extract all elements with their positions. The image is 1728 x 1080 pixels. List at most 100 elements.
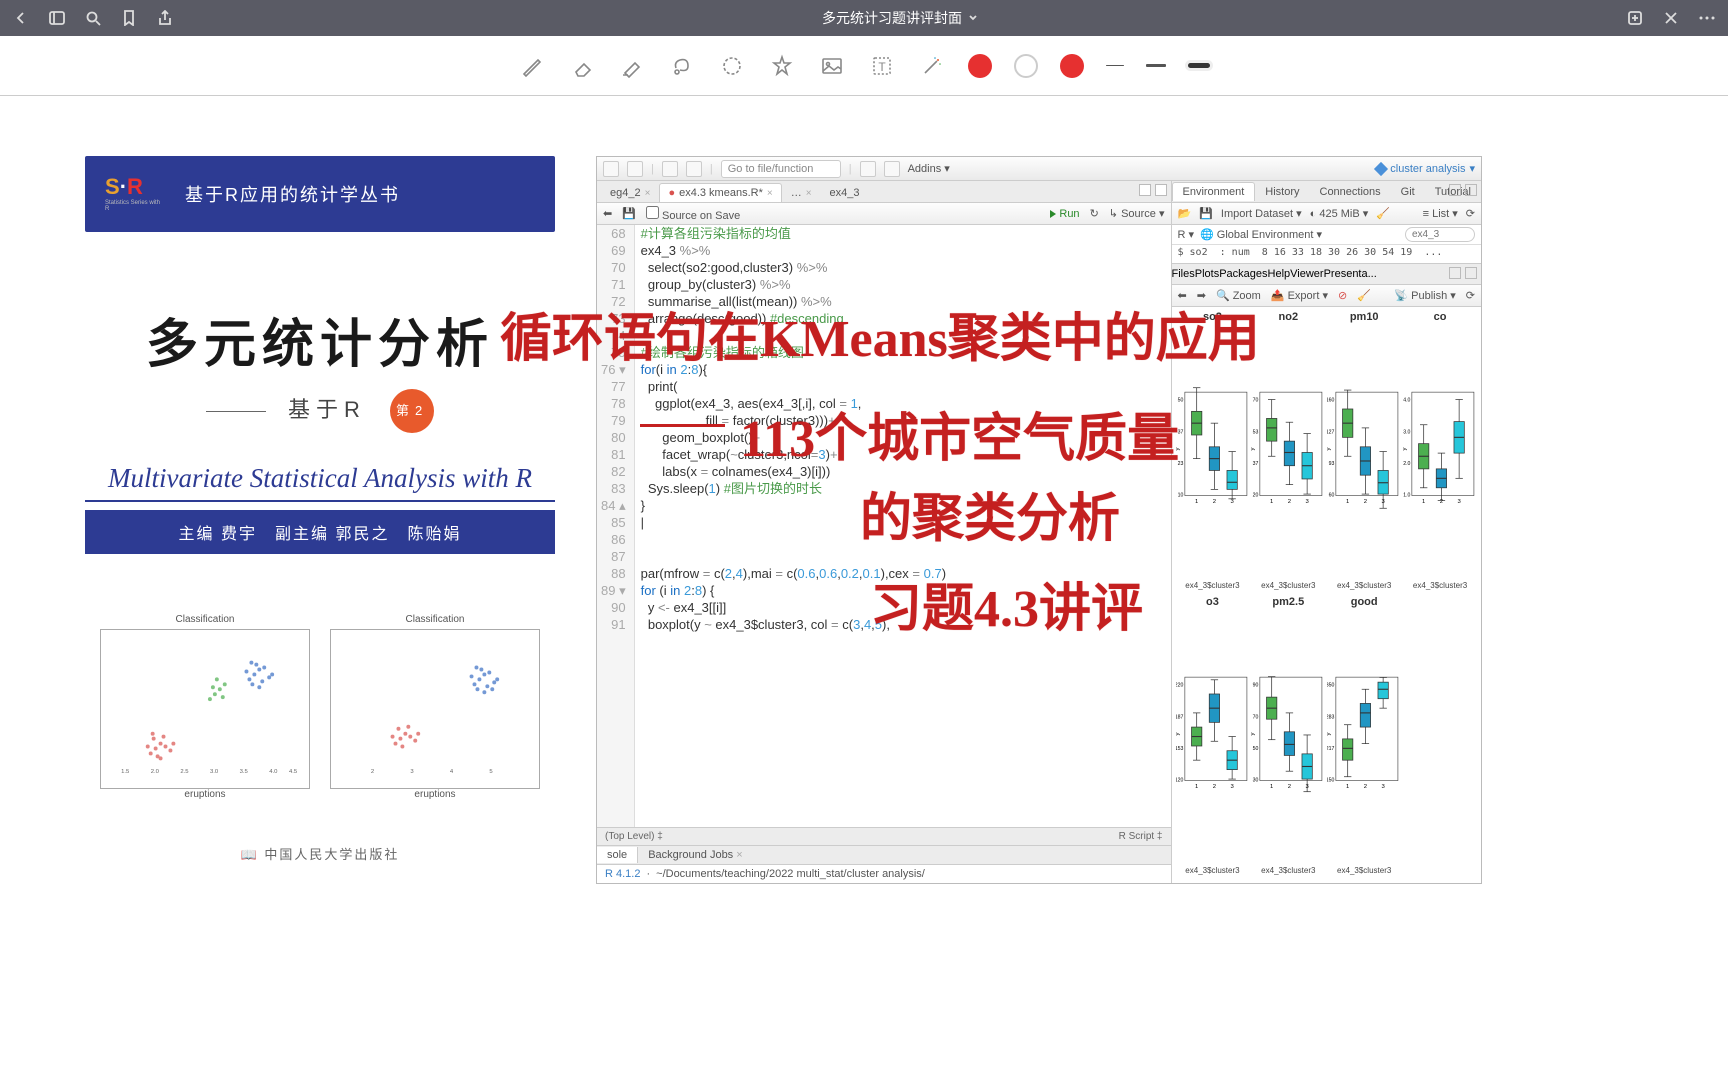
refresh-env-icon[interactable]: ⟳ <box>1466 207 1475 220</box>
env-search-input[interactable] <box>1405 227 1475 242</box>
publish-menu[interactable]: 📡 Publish ▾ <box>1394 289 1455 302</box>
run-button[interactable]: Run <box>1050 208 1079 220</box>
tab-connections[interactable]: Connections <box>1310 183 1391 201</box>
export-menu[interactable]: 📤 Export ▾ <box>1271 289 1328 302</box>
svg-text:3: 3 <box>1382 784 1386 790</box>
search-icon[interactable] <box>84 9 102 27</box>
list-view-menu[interactable]: ≡ List ▾ <box>1423 207 1458 220</box>
tab-ex4-3-data[interactable]: ex4_3 <box>821 183 869 202</box>
r-version: R 4.1.2 <box>605 868 640 880</box>
color-red-2[interactable] <box>1060 54 1084 78</box>
sample-plot-title: Classification <box>330 614 540 625</box>
tab-git[interactable]: Git <box>1391 183 1425 201</box>
tab-ex4-3-kmeans[interactable]: ●ex4.3 kmeans.R*× <box>659 183 781 202</box>
clear-env-icon[interactable]: 🧹 <box>1376 207 1390 220</box>
svg-text:3.5: 3.5 <box>240 769 249 775</box>
text-tool[interactable]: T <box>868 52 896 80</box>
env-data-preview[interactable]: $ so2 : num 8 16 33 18 30 26 30 54 19 ..… <box>1172 245 1482 263</box>
book-banner: S·R Statistics Series with R 基于R应用的统计学丛书 <box>85 156 555 232</box>
project-menu[interactable]: cluster analysis ▾ <box>1376 162 1475 175</box>
background-jobs-tab[interactable]: Background Jobs × <box>638 847 753 863</box>
source-on-save-check[interactable]: Source on Save <box>646 206 740 222</box>
refresh-plot-icon[interactable]: ⟳ <box>1466 289 1475 302</box>
svg-text:3: 3 <box>1382 499 1386 505</box>
tab-packages[interactable]: Packages <box>1219 268 1267 280</box>
tab-files[interactable]: Files <box>1172 268 1195 280</box>
share-icon[interactable] <box>156 9 174 27</box>
source-button[interactable]: ↳ Source ▾ <box>1109 207 1165 220</box>
shape-tool[interactable] <box>768 52 796 80</box>
tab-help[interactable]: Help <box>1268 268 1291 280</box>
image-tool[interactable] <box>818 52 846 80</box>
open-file-button[interactable] <box>627 161 643 177</box>
grid-button[interactable] <box>884 161 900 177</box>
save-all-button[interactable] <box>686 161 702 177</box>
svg-text:10: 10 <box>1177 492 1183 498</box>
scope-r-menu[interactable]: R ▾ <box>1178 228 1195 241</box>
bookmark-icon[interactable] <box>120 9 138 27</box>
clear-plots-icon[interactable]: 🧹 <box>1357 289 1371 302</box>
svg-text:187: 187 <box>1176 714 1184 720</box>
document-title[interactable]: 多元统计习题讲评封面 <box>822 8 978 28</box>
save-file-icon[interactable]: 💾 <box>622 207 636 220</box>
stroke-medium[interactable] <box>1146 64 1166 67</box>
color-red-1[interactable] <box>968 54 992 78</box>
env-toolbar: 📂 💾 Import Dataset ▾ ◐ 425 MiB ▾ 🧹 ≡ Lis… <box>1172 203 1482 225</box>
scope-indicator[interactable]: (Top Level) ‡ <box>605 831 663 842</box>
scope-env-menu[interactable]: 🌐 Global Environment ▾ <box>1200 228 1322 241</box>
overlay-title-1: 循环语句在KMeans聚类中的应用 <box>500 296 1260 371</box>
stroke-thick[interactable] <box>1188 63 1210 68</box>
addins-menu[interactable]: Addins ▾ <box>908 162 950 175</box>
more-icon[interactable] <box>1698 9 1716 27</box>
tab-environment[interactable]: Environment <box>1172 182 1256 201</box>
svg-text:2.0: 2.0 <box>1403 461 1410 467</box>
import-dataset-menu[interactable]: Import Dataset ▾ <box>1221 207 1302 220</box>
back-nav-icon[interactable]: ⬅ <box>603 207 612 220</box>
lasso-fill-tool[interactable] <box>668 52 696 80</box>
save-workspace-icon[interactable]: 💾 <box>1199 207 1213 220</box>
rerun-button[interactable]: ↻ <box>1090 207 1099 220</box>
new-file-button[interactable] <box>603 161 619 177</box>
svg-text:2: 2 <box>1212 499 1215 505</box>
document-title-text: 多元统计习题讲评封面 <box>822 8 962 28</box>
memory-indicator[interactable]: ◐ 425 MiB ▾ <box>1310 207 1369 220</box>
maximize-pane-icon[interactable] <box>1155 184 1167 196</box>
lasso-select-tool[interactable] <box>718 52 746 80</box>
tab-viewer[interactable]: Viewer <box>1290 268 1323 280</box>
filetype-indicator[interactable]: R Script ‡ <box>1119 831 1163 842</box>
console-tab[interactable]: sole <box>597 847 638 863</box>
stroke-thin[interactable] <box>1106 65 1124 67</box>
working-dir[interactable]: ~/Documents/teaching/2022 multi_stat/clu… <box>656 868 925 880</box>
save-button[interactable] <box>662 161 678 177</box>
minimize-pane-icon[interactable] <box>1139 184 1151 196</box>
minimize-pane-icon[interactable] <box>1449 184 1461 196</box>
pen-tool[interactable] <box>518 52 546 80</box>
magic-tool[interactable] <box>918 52 946 80</box>
maximize-pane-icon[interactable] <box>1465 267 1477 279</box>
svg-text:2: 2 <box>1440 499 1443 505</box>
goto-file-input[interactable]: Go to file/function <box>721 160 841 178</box>
tab-history[interactable]: History <box>1255 183 1309 201</box>
tab-plots[interactable]: Plots <box>1195 268 1219 280</box>
page-canvas: S·R Statistics Series with R 基于R应用的统计学丛书… <box>0 96 1728 1080</box>
book-subtitle: 基于R 第2版 <box>85 389 555 433</box>
svg-text:y: y <box>1251 448 1256 451</box>
color-empty[interactable] <box>1014 54 1038 78</box>
new-note-icon[interactable] <box>1626 9 1644 27</box>
minimize-pane-icon[interactable] <box>1449 267 1461 279</box>
back-icon[interactable] <box>12 9 30 27</box>
tab-unnamed[interactable]: …× <box>782 183 821 202</box>
svg-text:4.5: 4.5 <box>289 769 298 775</box>
tab-eg4-2[interactable]: eg4_2× <box>601 183 659 202</box>
sidebar-toggle-icon[interactable] <box>48 9 66 27</box>
highlighter-tool[interactable] <box>618 52 646 80</box>
book-cover: S·R Statistics Series with R 基于R应用的统计学丛书… <box>85 156 555 863</box>
svg-text:1: 1 <box>1195 499 1198 505</box>
remove-plot-icon[interactable]: ⊘ <box>1338 289 1347 302</box>
eraser-tool[interactable] <box>568 52 596 80</box>
maximize-pane-icon[interactable] <box>1465 184 1477 196</box>
tools-button[interactable] <box>860 161 876 177</box>
close-icon[interactable] <box>1662 9 1680 27</box>
load-workspace-icon[interactable]: 📂 <box>1178 207 1192 220</box>
tab-presentation[interactable]: Presenta... <box>1324 268 1377 280</box>
